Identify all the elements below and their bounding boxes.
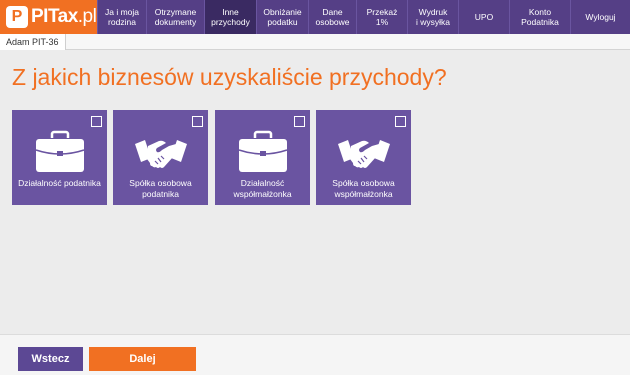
tile-label: Działalność podatnika [18,178,101,188]
nav-item-family[interactable]: Ja i moja rodzina [97,0,146,34]
tile-partnership-spouse[interactable]: Spółka osobowa współmałżonka [316,110,411,205]
nav-item-personal-data[interactable]: Dane osobowe [308,0,356,34]
tile-checkbox[interactable] [192,116,203,127]
tile-business-taxpayer[interactable]: Działalność podatnika [12,110,107,205]
handshake-icon [337,140,390,168]
logo[interactable]: P PITax.pl [0,0,97,34]
nav-item-print-send[interactable]: Wydruk i wysyłka [407,0,458,34]
top-navigation: P PITax.pl Ja i moja rodzina Otrzymane d… [0,0,630,34]
logo-mark-icon: P [6,6,28,28]
footer-bar: Wstecz Dalej [0,334,630,375]
briefcase-icon [238,130,287,172]
nav-item-donate-1-percent[interactable]: Przekaż 1% [356,0,407,34]
briefcase-icon [35,130,84,172]
tile-label: Spółka osobowa podatnika [129,178,192,199]
tile-partnership-taxpayer[interactable]: Spółka osobowa podatnika [113,110,208,205]
tile-checkbox[interactable] [294,116,305,127]
taxpayer-form-label[interactable]: Adam PIT-36 [0,34,66,50]
logo-text: PITax.pl [31,6,97,27]
tile-checkbox[interactable] [395,116,406,127]
back-button[interactable]: Wstecz [18,347,83,371]
nav-item-tax-reduction[interactable]: Obniżanie podatku [256,0,308,34]
nav-item-upo[interactable]: UPO [458,0,509,34]
nav-item-taxpayer-account[interactable]: Konto Podatnika [509,0,570,34]
tile-checkbox[interactable] [91,116,102,127]
nav-item-other-income[interactable]: Inne przychody [204,0,256,34]
main-nav: Ja i moja rodzina Otrzymane dokumenty In… [97,0,630,34]
tile-label: Spółka osobowa współmałżonka [332,178,395,199]
tile-business-spouse[interactable]: Działalność współmałżonka [215,110,310,205]
nav-item-documents[interactable]: Otrzymane dokumenty [146,0,204,34]
context-bar: Adam PIT-36 [0,34,630,50]
page-title: Z jakich biznesów uzyskaliście przychody… [12,64,447,90]
next-button[interactable]: Dalej [89,347,196,371]
tile-label: Działalność współmałżonka [233,178,292,199]
nav-item-logout[interactable]: Wyloguj [570,0,630,34]
handshake-icon [134,140,187,168]
